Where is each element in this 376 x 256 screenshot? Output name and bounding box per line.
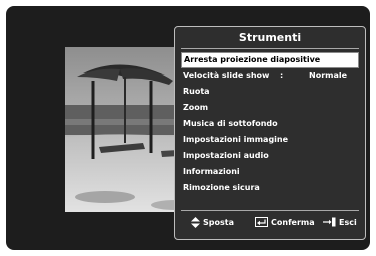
menu-item-label: Impostazioni immagine (183, 135, 289, 144)
menu-item-label: Arresta proiezione diapositive (184, 55, 321, 64)
menu-item-zoom[interactable]: Zoom (181, 100, 359, 116)
menu-item-information[interactable]: Informazioni (181, 164, 359, 180)
menu-item-value: Normale (309, 71, 348, 80)
exit-icon (323, 217, 336, 227)
menu-item-label: Zoom (183, 103, 209, 112)
menu-item-label: Musica di sottofondo (183, 119, 278, 128)
menu-list: Arresta proiezione diapositive Velocità … (181, 52, 359, 196)
menu-item-separator: : (280, 71, 284, 80)
menu-item-stop-slideshow[interactable]: Arresta proiezione diapositive (181, 52, 359, 68)
confirm-label: Conferma (271, 217, 315, 227)
exit-label: Esci (339, 217, 357, 227)
move-label: Sposta (203, 218, 234, 227)
menu-item-label: Velocità slide show (183, 71, 270, 80)
menu-title: Strumenti (238, 31, 302, 44)
menu-item-safe-remove[interactable]: Rimozione sicura (181, 180, 359, 196)
menu-item-rotate[interactable]: Ruota (181, 84, 359, 100)
title-divider (181, 48, 359, 49)
menu-item-picture-settings[interactable]: Impostazioni immagine (181, 132, 359, 148)
footer-divider (181, 210, 359, 211)
menu-item-label: Impostazioni audio (183, 151, 269, 160)
exit-hint: Esci (323, 217, 357, 227)
enter-icon (255, 217, 268, 227)
confirm-hint: Conferma (255, 217, 315, 227)
button-hints: Sposta Conferma Esci (175, 215, 365, 231)
tools-menu: Strumenti Arresta proiezione diapositive… (174, 26, 366, 240)
move-hint: Sposta (191, 217, 234, 228)
menu-item-sound-settings[interactable]: Impostazioni audio (181, 148, 359, 164)
tv-screen: Strumenti Arresta proiezione diapositive… (6, 6, 370, 250)
menu-item-label: Informazioni (183, 167, 240, 176)
menu-item-slideshow-speed[interactable]: Velocità slide show : Normale (181, 68, 359, 84)
menu-item-label: Ruota (183, 87, 210, 96)
up-down-arrows-icon (191, 217, 200, 228)
menu-item-background-music[interactable]: Musica di sottofondo (181, 116, 359, 132)
menu-item-label: Rimozione sicura (183, 183, 260, 192)
